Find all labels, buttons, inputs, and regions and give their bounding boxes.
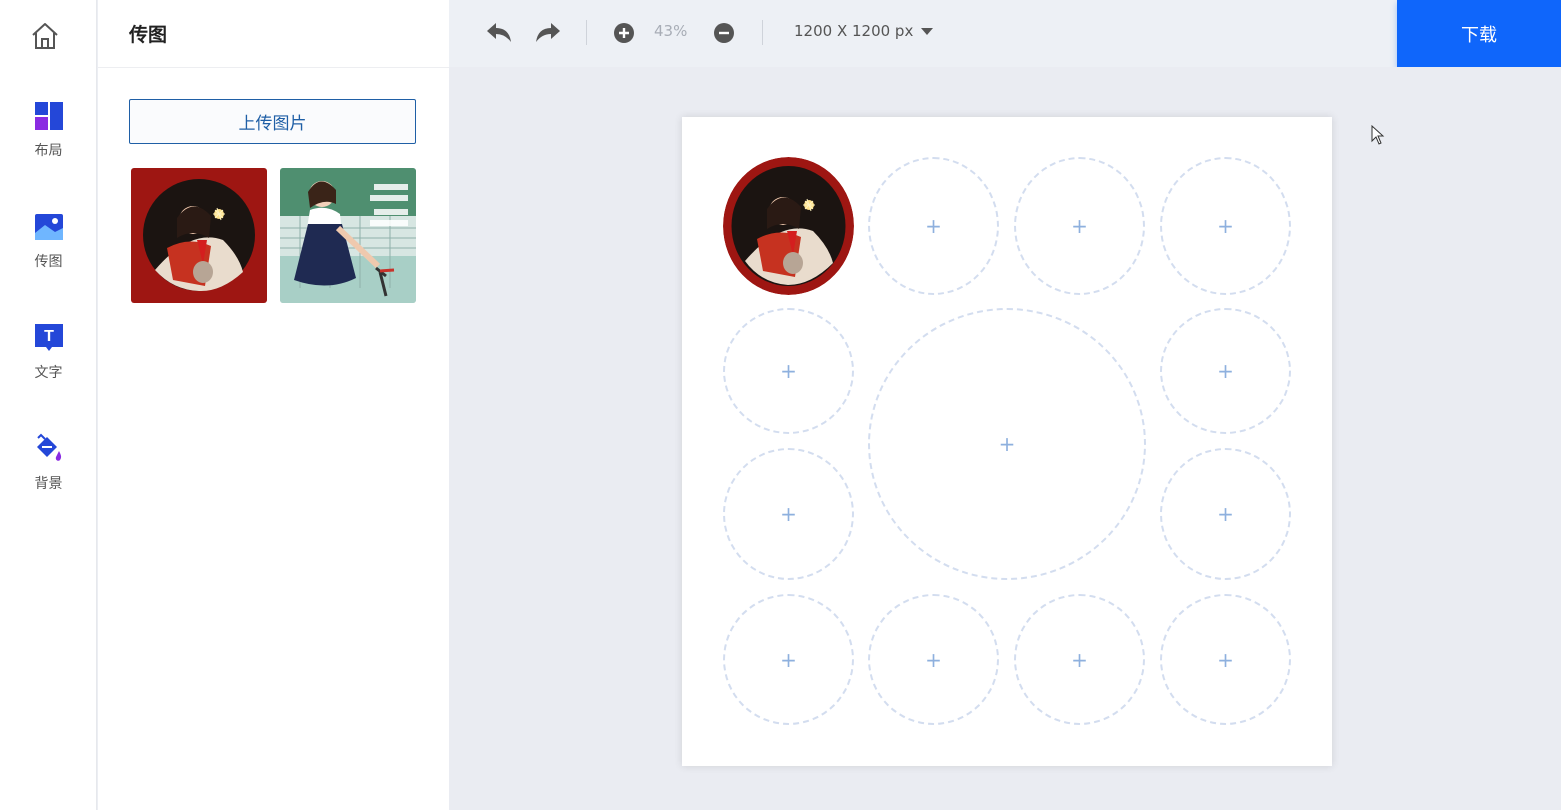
top-toolbar: 43% 1200 X 1200 px (449, 0, 1561, 67)
add-photo-icon: + (780, 502, 797, 526)
photo-slot-empty[interactable]: + (1160, 594, 1291, 725)
photo-slot-empty[interactable]: + (1160, 448, 1291, 580)
photo-slot-empty[interactable]: + (723, 448, 854, 580)
photo-slot-empty[interactable]: + (1160, 308, 1291, 434)
rail-item-label: 布局 (34, 143, 63, 159)
canvas-size-value: 1200 X 1200 px (794, 22, 914, 40)
add-photo-icon: + (780, 647, 797, 672)
home-icon[interactable] (29, 20, 61, 52)
add-photo-icon: + (1071, 647, 1088, 672)
mouse-cursor-icon (1371, 125, 1385, 145)
bicycle-photo-image (280, 168, 416, 303)
add-photo-icon: + (1071, 214, 1088, 238)
upload-image-button[interactable]: 上传图片 (129, 99, 416, 144)
rail-item-layout[interactable]: 布局 (0, 100, 97, 190)
svg-text:T: T (44, 328, 54, 345)
photo-slot-empty[interactable]: + (723, 594, 854, 725)
undo-button[interactable] (484, 18, 514, 48)
photo-slot-empty[interactable]: + (1160, 157, 1291, 295)
chevron-down-icon (921, 27, 934, 35)
photo-slot-filled[interactable] (723, 157, 854, 295)
add-photo-icon: + (925, 647, 942, 672)
zoom-in-icon (614, 23, 634, 43)
add-photo-icon: + (925, 214, 942, 238)
add-photo-icon: + (998, 432, 1016, 456)
rail-item-upload[interactable]: 传图 (0, 211, 97, 301)
photo-slot-center-large[interactable]: + (868, 308, 1146, 580)
photo-slot-empty[interactable]: + (723, 308, 854, 434)
uploaded-image-thumbnail[interactable] (280, 168, 416, 303)
toolbar-divider (586, 20, 587, 45)
add-photo-icon: + (780, 359, 797, 383)
rail-item-label: 传图 (34, 254, 63, 270)
rail-item-text[interactable]: T 文字 (0, 322, 97, 412)
text-icon: T (34, 324, 63, 351)
zoom-in-button[interactable] (609, 18, 639, 48)
photo-slot-empty[interactable]: + (868, 594, 999, 725)
rail-item-label: 背景 (34, 476, 63, 492)
portrait-photo-image (723, 157, 854, 295)
undo-icon (487, 23, 511, 42)
paint-bucket-icon (36, 433, 61, 461)
collage-canvas: + + + + + + + + + + + + (682, 117, 1332, 766)
download-button[interactable]: 下载 (1397, 0, 1561, 67)
zoom-out-icon (714, 23, 734, 43)
canvas-size-select[interactable]: 1200 X 1200 px (794, 22, 934, 40)
uploaded-image-thumbnail[interactable] (131, 168, 267, 303)
rail-item-label: 文字 (34, 365, 63, 381)
add-photo-icon: + (1217, 502, 1234, 526)
add-photo-icon: + (1217, 647, 1234, 672)
zoom-out-button[interactable] (709, 18, 739, 48)
photo-slot-empty[interactable]: + (868, 157, 999, 295)
photo-slot-empty[interactable]: + (1014, 594, 1145, 725)
redo-button[interactable] (533, 18, 563, 48)
layout-icon (34, 102, 63, 130)
photo-slot-empty[interactable]: + (1014, 157, 1145, 295)
redo-icon (536, 23, 560, 42)
left-nav-rail: 布局 传图 T 文字 背景 (0, 0, 97, 810)
toolbar-divider (762, 20, 763, 45)
add-photo-icon: + (1217, 214, 1234, 238)
panel-title: 传图 (129, 24, 168, 46)
portrait-photo-image (131, 168, 267, 303)
panel-header: 传图 (98, 0, 449, 68)
zoom-level: 43% (654, 22, 688, 40)
add-photo-icon: + (1217, 359, 1234, 383)
rail-item-background[interactable]: 背景 (0, 433, 97, 523)
upload-panel: 传图 上传图片 (98, 0, 449, 810)
image-upload-icon (34, 214, 63, 240)
